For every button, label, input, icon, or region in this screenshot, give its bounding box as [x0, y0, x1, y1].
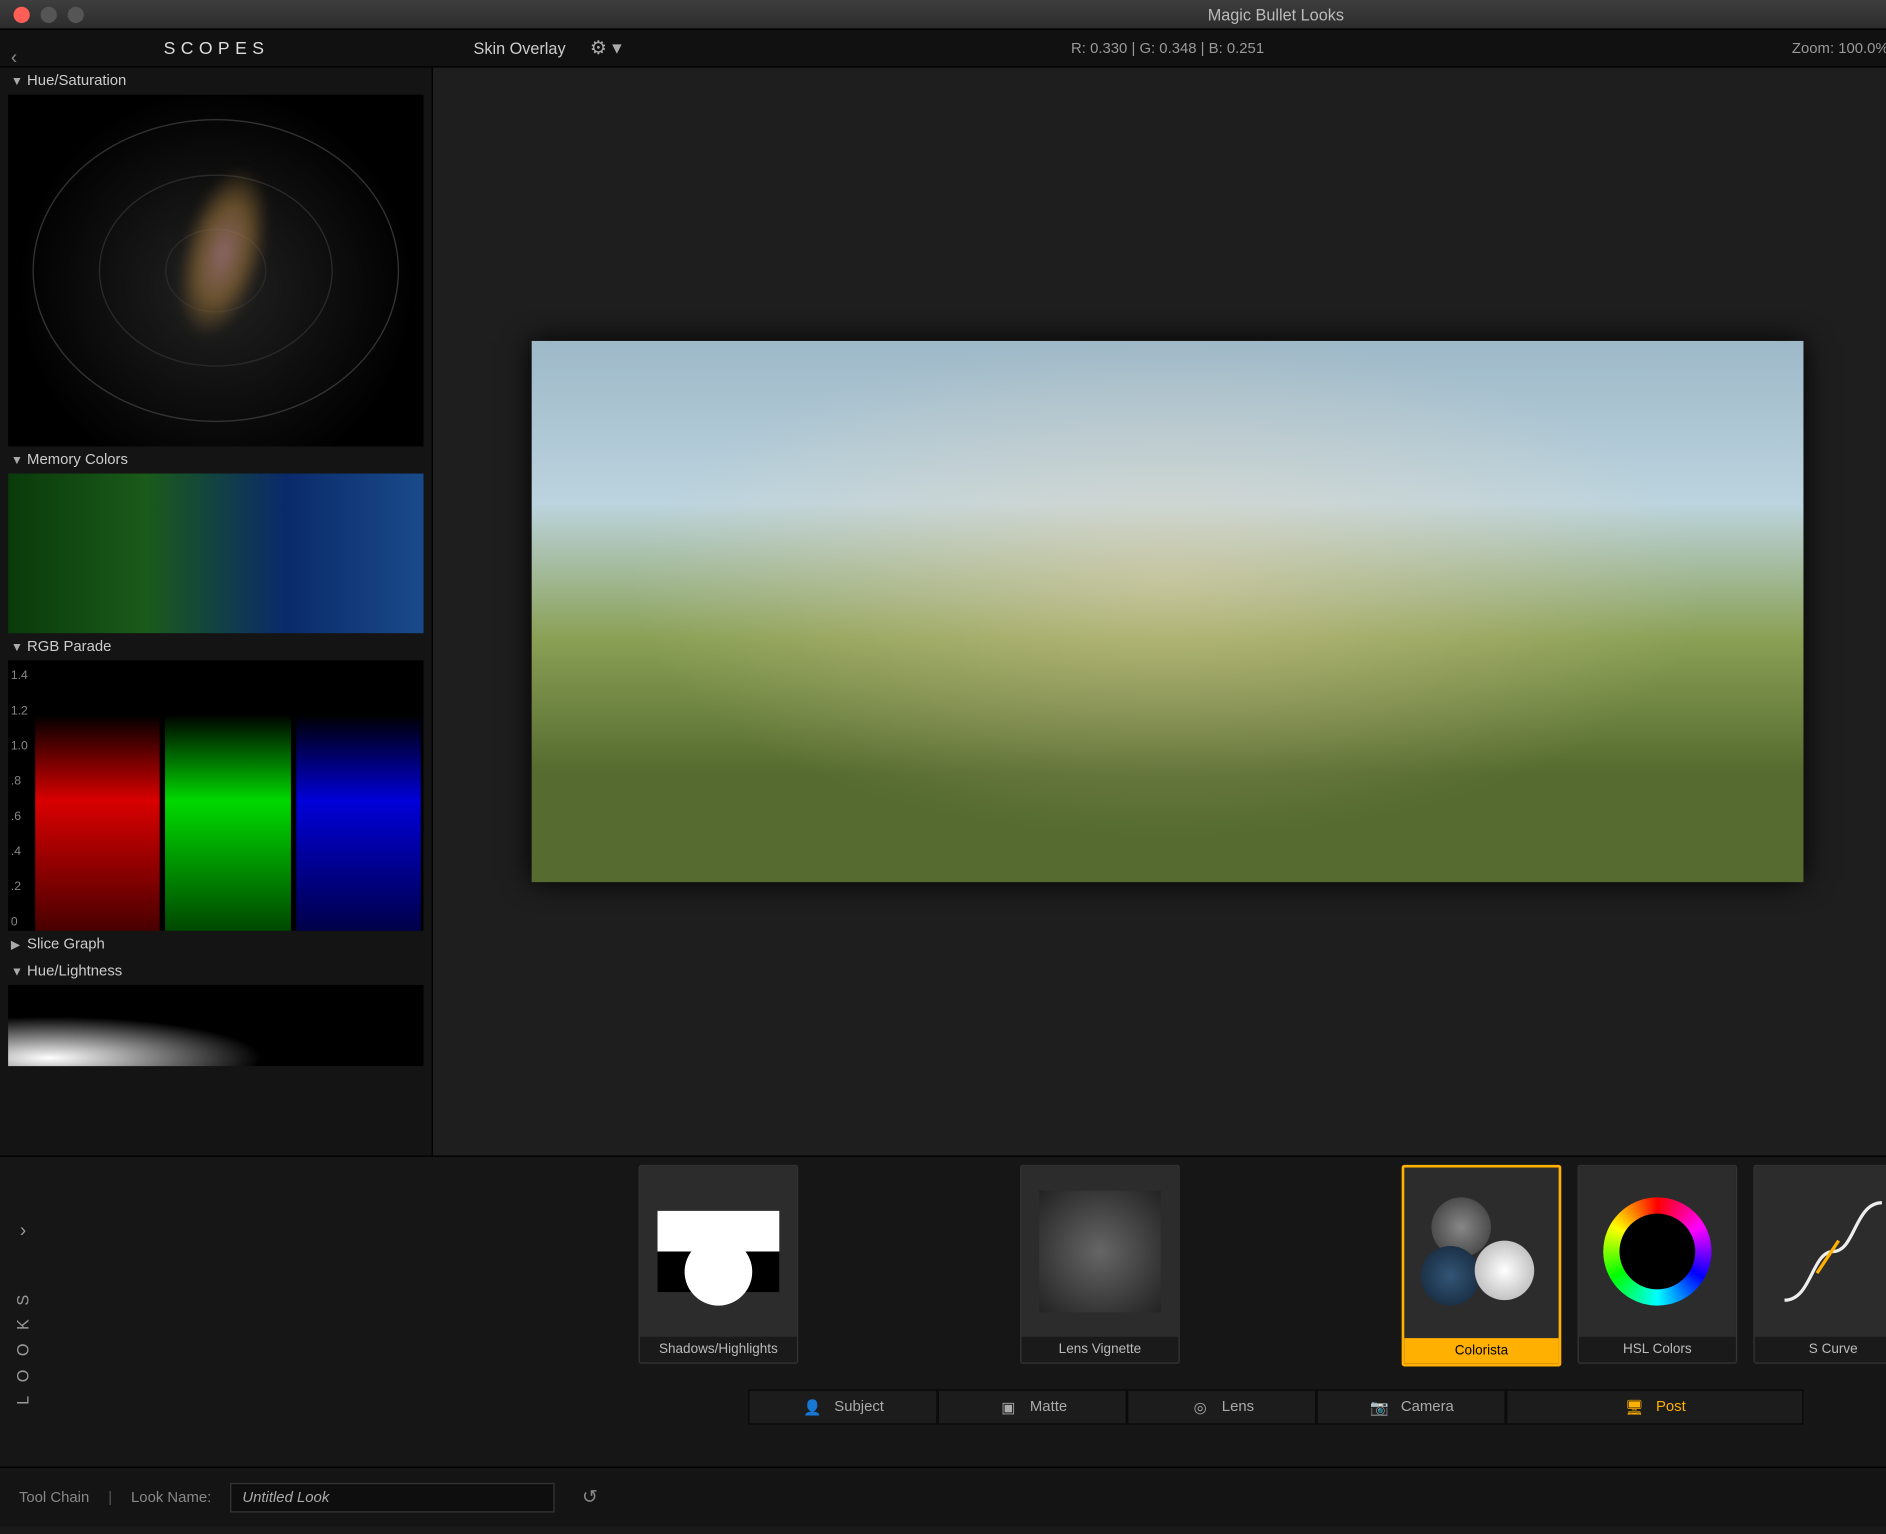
- tool-card-hsl-colors[interactable]: ⊘ HSL Colors: [1578, 1165, 1738, 1364]
- header-bar: ‹ SCOPES Skin Overlay ⚙ ▾ R: 0.330 | G: …: [0, 30, 1886, 68]
- vectorscope[interactable]: [8, 95, 423, 447]
- chevron-right-icon: ›: [20, 1219, 26, 1241]
- memory-colors-scope[interactable]: [8, 474, 423, 634]
- parade-green: [166, 714, 291, 930]
- tool-card-shadows-highlights[interactable]: ⊘ Shadows/Highlights: [639, 1165, 799, 1364]
- zoom-readout[interactable]: Zoom: 100.0%: [1792, 40, 1886, 56]
- colorista-icon: [1421, 1192, 1543, 1314]
- scopes-header: ‹ SCOPES: [0, 38, 433, 58]
- look-name-label: Look Name:: [131, 1489, 211, 1505]
- parade-red: [35, 714, 160, 930]
- preview-image: [532, 341, 1804, 882]
- disclosure-triangle-icon: ▼: [11, 74, 27, 88]
- look-name-input[interactable]: [230, 1482, 555, 1512]
- parade-axis: 1.4 1.2 1.0 .8 .6 .4 .2 0: [11, 668, 28, 928]
- looks-drawer-toggle[interactable]: › LOOKS: [0, 1157, 46, 1467]
- window-title: Magic Bullet Looks: [1208, 5, 1344, 24]
- gear-icon[interactable]: ⚙ ▾: [590, 37, 622, 60]
- disclosure-triangle-icon: ▶: [11, 937, 27, 952]
- rgb-parade-scope[interactable]: 1.4 1.2 1.0 .8 .6 .4 .2 0: [8, 660, 423, 931]
- matte-box-icon: ▣: [997, 1399, 1019, 1415]
- disclosure-triangle-icon: ▼: [11, 640, 27, 654]
- scope-section-hue-sat[interactable]: ▼Hue/Saturation: [0, 68, 432, 95]
- window-zoom-button[interactable]: [68, 6, 84, 22]
- window-close-button[interactable]: [14, 6, 30, 22]
- tool-card-s-curve[interactable]: ⊘ S Curve: [1753, 1165, 1886, 1364]
- person-icon: 👤: [802, 1399, 824, 1415]
- rgb-readout: R: 0.330 | G: 0.348 | B: 0.251: [1071, 40, 1264, 56]
- tool-card-colorista[interactable]: ⊘ Colorista: [1402, 1165, 1562, 1367]
- s-curve-icon: [1779, 1197, 1886, 1305]
- lens-icon: ◎: [1189, 1399, 1211, 1415]
- window-minimize-button[interactable]: [41, 6, 57, 22]
- hue-lightness-scope[interactable]: [8, 985, 423, 1066]
- stage-matte[interactable]: ▣Matte: [938, 1389, 1127, 1424]
- hsl-icon: [1603, 1197, 1711, 1305]
- camera-icon: 📷: [1368, 1399, 1390, 1415]
- footer-bar: Tool Chain | Look Name: ↺ ✕ ✓: [0, 1467, 1886, 1527]
- preview-viewer[interactable]: [433, 68, 1886, 1156]
- vignette-icon: [1039, 1191, 1161, 1313]
- scope-section-memory[interactable]: ▼Memory Colors: [0, 446, 432, 473]
- scope-section-parade[interactable]: ▼RGB Parade: [0, 633, 432, 660]
- stage-camera[interactable]: 📷Camera: [1316, 1389, 1505, 1424]
- revert-icon[interactable]: ↺: [582, 1486, 598, 1509]
- skin-overlay-dropdown[interactable]: Skin Overlay: [460, 33, 579, 63]
- disclosure-triangle-icon: ▼: [11, 453, 27, 467]
- scopes-collapse-arrow[interactable]: ‹: [11, 46, 23, 68]
- mac-titlebar: Magic Bullet Looks: [0, 0, 1886, 30]
- stage-subject[interactable]: 👤Subject: [748, 1389, 937, 1424]
- scope-section-slice[interactable]: ▶Slice Graph: [0, 931, 432, 958]
- scopes-title: SCOPES: [164, 38, 270, 58]
- shadows-highlights-icon: [658, 1211, 780, 1292]
- tool-card-lens-vignette[interactable]: ⊘ Lens Vignette: [1020, 1165, 1180, 1364]
- disclosure-triangle-icon: ▼: [11, 965, 27, 979]
- stage-lens[interactable]: ◎Lens: [1127, 1389, 1316, 1424]
- parade-blue: [296, 714, 421, 930]
- scopes-panel: ▼Hue/Saturation ▼Memory Colors ▼RGB Para…: [0, 68, 433, 1156]
- stage-post[interactable]: 🖥Post: [1506, 1389, 1804, 1424]
- monitor-icon: 🖥: [1624, 1399, 1646, 1415]
- tool-chain-label[interactable]: Tool Chain: [19, 1489, 89, 1505]
- scope-section-hue-light[interactable]: ▼Hue/Lightness: [0, 958, 432, 985]
- tool-shelf: › LOOKS ⊘ Shadows/Highlights ⊘ Lens Vign…: [0, 1155, 1886, 1466]
